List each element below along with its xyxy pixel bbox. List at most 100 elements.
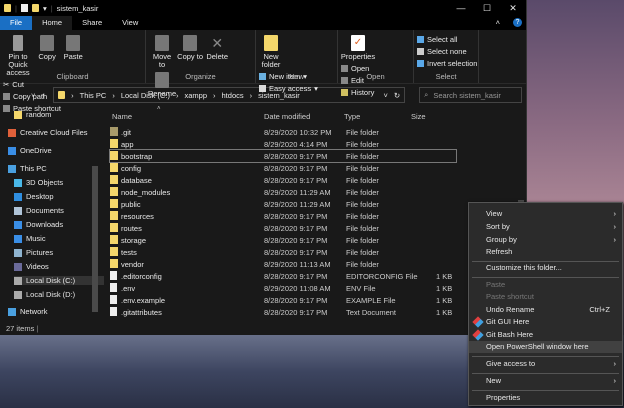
file-row[interactable]: .env 8/29/2020 11:08 AM ENV File 1 KB bbox=[110, 282, 456, 294]
breadcrumb-this-pc[interactable]: This PC bbox=[80, 91, 107, 100]
chevron-right-icon: › bbox=[613, 222, 617, 231]
organize-group: Move to Copy to ✕ Delete Rename Organize bbox=[146, 30, 256, 98]
file-date: 8/28/2020 9:17 PM bbox=[264, 164, 328, 173]
nav-item-music[interactable]: Music bbox=[14, 234, 46, 243]
nav-item-creative-cloud-files[interactable]: Creative Cloud Files bbox=[8, 128, 88, 137]
folder-icon bbox=[110, 199, 118, 208]
file-row[interactable]: public 8/29/2020 11:29 AM File folder bbox=[110, 198, 456, 210]
menu-git-gui[interactable]: Git GUI Here bbox=[469, 316, 622, 328]
nav-item-random[interactable]: random bbox=[14, 110, 51, 119]
help-icon[interactable]: ? bbox=[513, 18, 522, 27]
maximize-button[interactable]: ☐ bbox=[474, 0, 500, 16]
menu-new[interactable]: New › bbox=[469, 375, 622, 387]
file-row[interactable]: routes 8/28/2020 9:17 PM File folder bbox=[110, 222, 456, 234]
menu-view[interactable]: View › bbox=[469, 208, 622, 220]
breadcrumb-xampp[interactable]: xampp bbox=[185, 91, 208, 100]
copy-button[interactable]: Copy bbox=[35, 32, 59, 61]
new-folder-button[interactable]: New folder bbox=[259, 32, 283, 69]
nav-icon bbox=[8, 146, 16, 155]
nav-item-downloads[interactable]: Downloads bbox=[14, 220, 63, 229]
menu-properties[interactable]: Properties bbox=[469, 392, 622, 404]
nav-item-local-disk-c[interactable]: Local Disk (C:) bbox=[14, 276, 104, 285]
nav-item-3d-objects[interactable]: 3D Objects bbox=[14, 178, 63, 187]
navigation-scrollbar[interactable] bbox=[92, 166, 98, 312]
column-name[interactable]: Name bbox=[112, 112, 132, 121]
select-none-button[interactable]: Select none bbox=[417, 45, 477, 57]
menu-refresh[interactable]: Refresh bbox=[469, 246, 622, 258]
easy-access-button[interactable]: Easy access ▾ bbox=[259, 82, 318, 94]
file-row[interactable]: bootstrap 8/28/2020 9:17 PM File folder bbox=[109, 149, 457, 163]
properties-icon[interactable] bbox=[20, 4, 28, 12]
window-title: sistem_kasir bbox=[56, 3, 99, 13]
folder-icon bbox=[110, 235, 118, 244]
menu-customize-folder[interactable]: Customize this folder... bbox=[469, 262, 622, 274]
nav-item-this-pc[interactable]: This PC bbox=[8, 164, 47, 173]
breadcrumb-htdocs[interactable]: htdocs bbox=[222, 91, 244, 100]
nav-item-pictures[interactable]: Pictures bbox=[14, 248, 53, 257]
customize-qat-icon[interactable]: ▾ bbox=[43, 4, 47, 13]
column-type[interactable]: Type bbox=[344, 112, 360, 121]
file-row[interactable]: database 8/28/2020 9:17 PM File folder bbox=[110, 174, 456, 186]
file-type: File folder bbox=[346, 128, 379, 137]
nav-item-onedrive[interactable]: OneDrive bbox=[8, 146, 52, 155]
file-row[interactable]: tests 8/28/2020 9:17 PM File folder bbox=[110, 246, 456, 258]
paste-button[interactable]: Paste bbox=[61, 32, 85, 61]
tab-share[interactable]: Share bbox=[72, 16, 112, 30]
column-headers: Name ˄ Date modified Type Size bbox=[104, 106, 518, 124]
properties-button[interactable]: ✓ Properties bbox=[341, 32, 375, 61]
file-row[interactable]: resources 8/28/2020 9:17 PM File folder bbox=[110, 210, 456, 222]
file-row[interactable]: storage 8/28/2020 9:17 PM File folder bbox=[110, 234, 456, 246]
new-folder-icon[interactable] bbox=[31, 4, 39, 12]
nav-item-desktop[interactable]: Desktop bbox=[14, 192, 54, 201]
pin-quick-access-button[interactable]: Pin to Quick access bbox=[3, 32, 33, 77]
copy-to-button[interactable]: Copy to bbox=[177, 32, 203, 61]
copy-path-button[interactable]: Copy path bbox=[3, 90, 61, 102]
file-row[interactable]: .git 8/29/2020 10:32 PM File folder bbox=[110, 126, 456, 138]
nav-item-network[interactable]: Network bbox=[8, 307, 48, 316]
nav-item-documents[interactable]: Documents bbox=[14, 206, 64, 215]
menu-open-powershell[interactable]: Open PowerShell window here bbox=[469, 341, 622, 353]
file-name: .gitattributes bbox=[121, 308, 162, 317]
delete-button[interactable]: ✕ Delete bbox=[205, 32, 229, 61]
file-row[interactable]: config 8/28/2020 9:17 PM File folder bbox=[110, 162, 456, 174]
file-date: 8/28/2020 9:17 PM bbox=[264, 176, 328, 185]
menu-give-access[interactable]: Give access to › bbox=[469, 358, 622, 370]
search-input[interactable]: ⌕ Search sistem_kasir bbox=[419, 87, 522, 103]
file-row[interactable]: .gitattributes 8/28/2020 9:17 PM Text Docu… bbox=[110, 306, 456, 318]
nav-item-local-disk-d[interactable]: Local Disk (D:) bbox=[14, 290, 75, 299]
file-type: File folder bbox=[346, 164, 379, 173]
menu-git-bash[interactable]: Git Bash Here bbox=[469, 329, 622, 341]
file-type: File folder bbox=[346, 176, 379, 185]
menu-undo-rename[interactable]: Undo Rename Ctrl+Z bbox=[469, 304, 622, 316]
tab-file[interactable]: File bbox=[0, 16, 33, 30]
history-button[interactable]: History bbox=[341, 86, 374, 98]
file-row[interactable]: .editorconfig 8/28/2020 9:17 PM EDITORCONF… bbox=[110, 270, 456, 282]
address-dropdown-icon[interactable]: ˅ bbox=[383, 91, 387, 100]
file-row[interactable]: app 8/29/2020 4:14 PM File folder bbox=[110, 138, 456, 150]
file-row[interactable]: .env.example 8/28/2020 9:17 PM EXAMPLE Fil… bbox=[110, 294, 456, 306]
copy-to-icon bbox=[183, 35, 198, 51]
menu-group-by[interactable]: Group by › bbox=[469, 234, 622, 246]
move-to-button[interactable]: Move to bbox=[149, 32, 175, 69]
menu-sort-by[interactable]: Sort by › bbox=[469, 221, 622, 233]
nav-item-videos[interactable]: Videos bbox=[14, 262, 49, 271]
file-date: 8/29/2020 11:29 AM bbox=[264, 200, 331, 209]
minimize-button[interactable]: — bbox=[448, 0, 474, 16]
menu-paste-shortcut[interactable]: Paste shortcut bbox=[469, 291, 622, 303]
column-size[interactable]: Size bbox=[411, 112, 426, 121]
collapse-ribbon-icon[interactable]: ˄ bbox=[496, 16, 500, 30]
chevron-right-icon: › bbox=[613, 235, 617, 244]
menu-paste[interactable]: Paste bbox=[469, 279, 622, 291]
close-button[interactable]: ✕ bbox=[500, 0, 526, 16]
select-all-button[interactable]: Select all bbox=[417, 33, 477, 45]
refresh-icon[interactable]: ↻ bbox=[394, 91, 400, 100]
tab-home[interactable]: Home bbox=[32, 16, 73, 30]
tab-view[interactable]: View bbox=[112, 16, 148, 30]
column-date-modified[interactable]: Date modified bbox=[264, 112, 310, 121]
file-row[interactable]: node_modules 8/29/2020 11:29 AM File folde… bbox=[110, 186, 456, 198]
file-name: vendor bbox=[121, 260, 144, 269]
file-row[interactable]: vendor 8/29/2020 11:13 AM File folder bbox=[110, 258, 456, 270]
invert-selection-button[interactable]: Invert selection bbox=[417, 57, 477, 69]
file-date: 8/29/2020 11:29 AM bbox=[264, 188, 331, 197]
menu-separator bbox=[472, 356, 619, 357]
